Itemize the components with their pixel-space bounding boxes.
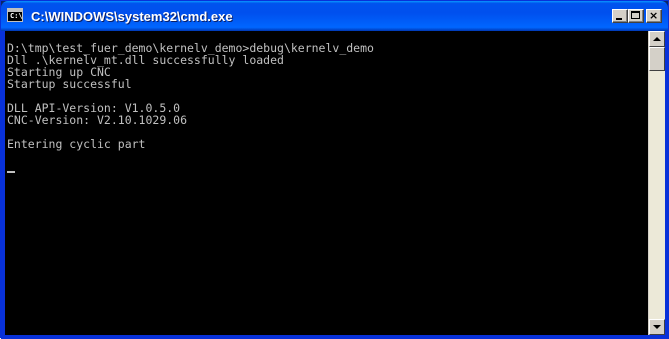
window-title: C:\WINDOWS\system32\cmd.exe [31, 9, 233, 24]
window-frame-bottom [1, 335, 669, 339]
arrow-down-icon [653, 325, 661, 329]
scroll-up-button[interactable] [649, 31, 665, 47]
cmd-app-icon[interactable]: C:\ [7, 8, 23, 22]
arrow-up-icon [653, 37, 661, 41]
maximize-icon [631, 11, 640, 19]
console-output-area[interactable]: D:\tmp\test_fuer_demo\kernelv_demo>debug… [5, 31, 648, 335]
console-line: Startup successful [7, 77, 132, 91]
maximize-button[interactable] [628, 9, 644, 23]
minimize-icon [616, 18, 622, 20]
text-cursor [7, 171, 15, 173]
console-line: CNC-Version: V2.10.1029.06 [7, 113, 188, 127]
close-button[interactable]: × [646, 9, 662, 23]
window-frame-right [665, 31, 669, 339]
cmd-icon-glyph: C:\ [10, 12, 23, 20]
console-lines: D:\tmp\test_fuer_demo\kernelv_demo>debug… [7, 42, 374, 174]
console-line: Entering cyclic part [7, 137, 146, 151]
scroll-down-button[interactable] [649, 319, 665, 335]
vertical-scrollbar[interactable] [648, 31, 665, 335]
close-icon: × [649, 9, 659, 22]
title-bar[interactable]: C:\ C:\WINDOWS\system32\cmd.exe × [1, 1, 668, 31]
scrollbar-thumb[interactable] [649, 47, 665, 71]
minimize-button[interactable] [612, 9, 628, 23]
console-window: C:\ C:\WINDOWS\system32\cmd.exe × D:\tmp… [0, 0, 669, 339]
prompt-line[interactable] [7, 162, 374, 174]
